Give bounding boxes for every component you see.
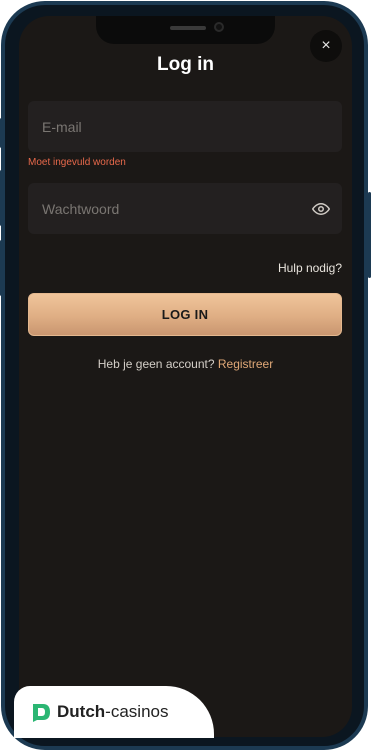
eye-icon[interactable] [312, 200, 330, 218]
close-icon: × [321, 37, 331, 54]
email-field-container[interactable] [28, 101, 342, 152]
dutch-casinos-watermark: Dutch-casinos [14, 686, 214, 738]
password-input[interactable] [40, 199, 312, 218]
email-error-message: Moet ingevuld worden [28, 157, 126, 168]
email-input[interactable] [40, 117, 330, 136]
dutch-casinos-brand: Dutch-casinos [57, 702, 168, 722]
dutch-casinos-logo-icon [30, 701, 52, 723]
help-link[interactable]: Hulp nodig? [278, 261, 342, 275]
password-field-container[interactable] [28, 183, 342, 234]
login-screen: × Log in Moet ingevuld worden Hulp nodig… [19, 16, 352, 737]
brand-rest-text: -casinos [105, 702, 169, 721]
brand-bold-text: Dutch [57, 702, 106, 721]
signup-prompt: Heb je geen account? Registreer [19, 357, 352, 371]
login-button[interactable]: LOG IN [28, 293, 342, 336]
front-camera [214, 22, 224, 32]
phone-notch [96, 16, 275, 44]
page-title: Log in [157, 54, 214, 75]
register-link[interactable]: Registreer [218, 357, 273, 371]
signup-prompt-text: Heb je geen account? [97, 357, 215, 371]
speaker-grille [170, 26, 206, 30]
